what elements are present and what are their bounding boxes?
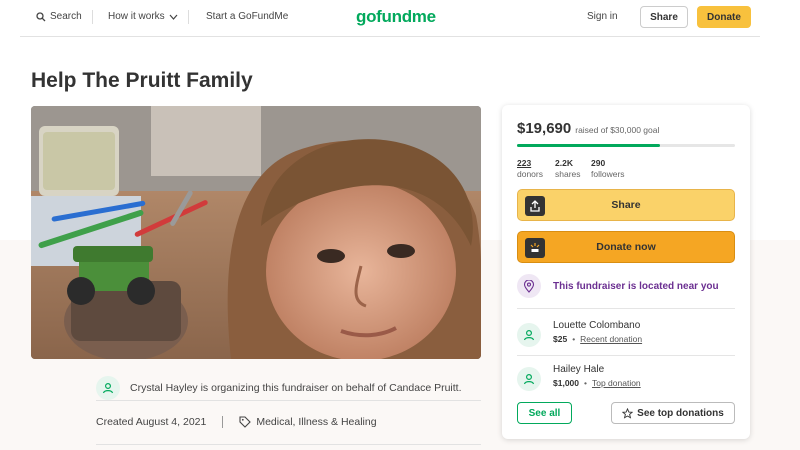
- category-tag[interactable]: Medical, Illness & Healing: [239, 416, 377, 428]
- progress-bar: [517, 144, 735, 147]
- sign-in-link[interactable]: Sign in: [587, 11, 618, 22]
- card-divider: [517, 308, 735, 309]
- user-avatar-icon: [517, 323, 541, 347]
- start-gofundme-link[interactable]: Start a GoFundMe: [206, 11, 288, 22]
- header-donate-button[interactable]: Donate: [697, 6, 751, 28]
- organizer-text: Crystal Hayley is organizing this fundra…: [130, 382, 462, 394]
- search-link[interactable]: Search: [36, 11, 82, 22]
- share-icon: [525, 196, 545, 216]
- search-icon: [36, 11, 46, 21]
- category-label: Medical, Illness & Healing: [256, 416, 377, 428]
- donation-item: Louette Colombano $25 • Recent donation: [517, 319, 642, 347]
- card-divider: [517, 355, 735, 356]
- fundraiser-photo: [31, 106, 481, 359]
- donor-details: $1,000 • Top donation: [553, 378, 641, 388]
- user-avatar-icon: [96, 376, 120, 400]
- see-top-donations-button[interactable]: See top donations: [611, 402, 735, 424]
- nav-divider: [92, 10, 93, 24]
- donor-amount: $1,000: [553, 378, 579, 388]
- gofundme-logo[interactable]: gofundme: [356, 7, 436, 27]
- donation-item: Hailey Hale $1,000 • Top donation: [517, 363, 641, 391]
- stat-donors-value: 223: [517, 158, 532, 168]
- raised-amount: $19,690: [517, 120, 572, 137]
- see-top-label: See top donations: [637, 407, 724, 419]
- section-divider: [96, 444, 481, 445]
- meta-row: Created August 4, 2021 Medical, Illness …: [96, 416, 377, 428]
- see-all-button[interactable]: See all: [517, 402, 572, 424]
- start-label: Start a GoFundMe: [206, 11, 289, 22]
- donate-now-button[interactable]: Donate now: [517, 231, 735, 263]
- raised-goal: raised of $30,000 goal: [575, 125, 660, 135]
- search-label: Search: [50, 11, 82, 22]
- share-button-label: Share: [611, 199, 641, 211]
- sign-in-label: Sign in: [587, 11, 618, 22]
- stat-donors[interactable]: 223 donors: [517, 158, 543, 180]
- donor-amount: $25: [553, 334, 568, 344]
- stat-followers: 290 followers: [591, 158, 625, 180]
- donor-details: $25 • Recent donation: [553, 334, 642, 344]
- how-it-works-menu[interactable]: How it works: [108, 11, 178, 22]
- bullet: •: [584, 378, 587, 388]
- header-share-button[interactable]: Share: [640, 6, 688, 28]
- stat-shares-label: shares: [555, 169, 581, 179]
- stat-donors-label: donors: [517, 169, 543, 179]
- progress-fill: [517, 144, 660, 147]
- user-avatar-icon: [517, 367, 541, 391]
- top-nav: Search How it works Start a GoFundMe gof…: [20, 0, 760, 37]
- donate-icon: [525, 238, 545, 258]
- donation-kind-link[interactable]: Top donation: [592, 378, 641, 388]
- page-title: Help The Pruitt Family: [31, 69, 253, 92]
- section-divider: [96, 400, 481, 401]
- stat-shares-value: 2.2K: [555, 158, 573, 168]
- donation-card: $19,690 raised of $30,000 goal 223 donor…: [502, 105, 750, 439]
- stat-shares: 2.2K shares: [555, 158, 581, 180]
- near-you-row: This fundraiser is located near you: [517, 274, 719, 298]
- donate-button-label: Donate now: [596, 241, 656, 253]
- star-icon: [622, 407, 634, 419]
- stat-followers-value: 290: [591, 158, 606, 168]
- donation-kind-link[interactable]: Recent donation: [580, 334, 642, 344]
- raised-summary: $19,690 raised of $30,000 goal: [517, 120, 659, 137]
- donor-name: Hailey Hale: [553, 364, 605, 375]
- nav-divider: [188, 10, 189, 24]
- created-date: Created August 4, 2021: [96, 416, 207, 428]
- how-it-works-label: How it works: [108, 11, 165, 22]
- organizer-row: Crystal Hayley is organizing this fundra…: [96, 376, 462, 400]
- bullet: •: [572, 334, 576, 344]
- stat-followers-label: followers: [591, 169, 625, 179]
- donor-name: Louette Colombano: [553, 320, 641, 331]
- near-you-text: This fundraiser is located near you: [553, 280, 719, 292]
- share-button[interactable]: Share: [517, 189, 735, 221]
- chevron-down-icon: [169, 14, 178, 20]
- meta-divider: [222, 416, 224, 428]
- tag-icon: [239, 416, 252, 428]
- location-pin-icon: [517, 274, 541, 298]
